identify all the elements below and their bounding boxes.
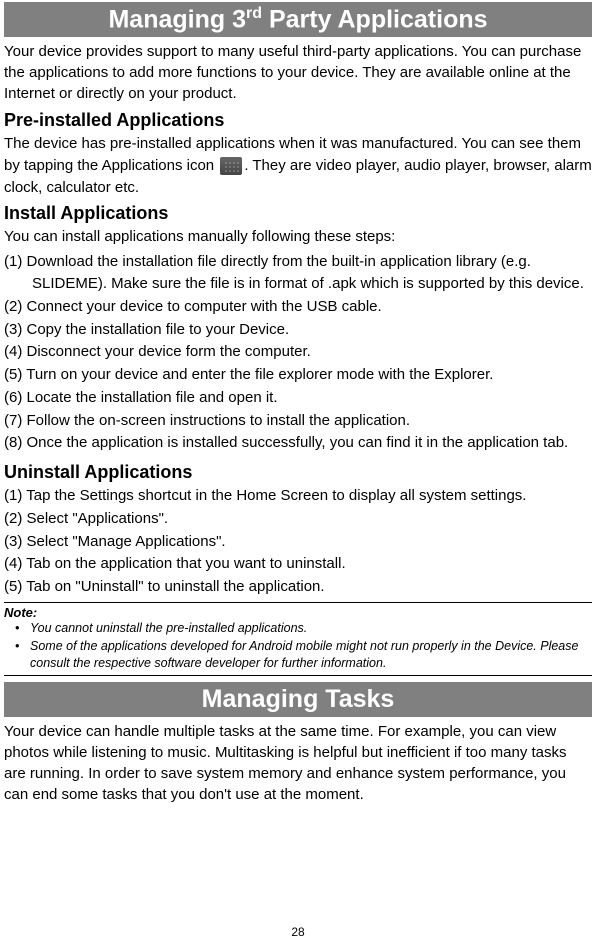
uninstall-step-4: (4) Tab on the application that you want…	[4, 553, 592, 575]
note-block: Note: You cannot uninstall the pre-insta…	[4, 605, 592, 672]
banner1-sup: rd	[246, 5, 262, 22]
banner1-prefix: Managing 3	[108, 5, 246, 33]
divider-after-note	[4, 675, 592, 676]
install-step-1: (1) Download the installation file direc…	[4, 251, 592, 295]
install-step-3: (3) Copy the installation file to your D…	[4, 319, 592, 341]
install-steps: (1) Download the installation file direc…	[4, 251, 592, 454]
install-step-7: (7) Follow the on-screen instructions to…	[4, 410, 592, 432]
section1-intro: Your device provides support to many use…	[4, 41, 592, 104]
install-intro: You can install applications manually fo…	[4, 226, 592, 248]
subheading-preinstalled: Pre-installed Applications	[4, 110, 592, 131]
note-item-2: Some of the applications developed for A…	[4, 638, 592, 672]
uninstall-step-3: (3) Select "Manage Applications".	[4, 531, 592, 553]
section-banner-2: Managing Tasks	[4, 682, 592, 717]
divider-before-note	[4, 602, 592, 603]
note-heading: Note:	[4, 605, 592, 620]
install-step-6: (6) Locate the installation file and ope…	[4, 387, 592, 409]
section2-intro: Your device can handle multiple tasks at…	[4, 721, 592, 805]
section-banner-1: Managing 3rd Party Applications	[4, 2, 592, 37]
uninstall-step-1: (1) Tap the Settings shortcut in the Hom…	[4, 485, 592, 507]
subheading-install: Install Applications	[4, 203, 592, 224]
page-number: 28	[4, 925, 592, 939]
install-step-8: (8) Once the application is installed su…	[4, 432, 592, 454]
uninstall-steps: (1) Tap the Settings shortcut in the Hom…	[4, 485, 592, 598]
install-step-2: (2) Connect your device to computer with…	[4, 296, 592, 318]
install-step-4: (4) Disconnect your device form the comp…	[4, 341, 592, 363]
install-step-5: (5) Turn on your device and enter the fi…	[4, 364, 592, 386]
preinstalled-text: The device has pre-installed application…	[4, 133, 592, 198]
uninstall-step-2: (2) Select "Applications".	[4, 508, 592, 530]
banner1-suffix: Party Applications	[262, 5, 488, 33]
uninstall-step-5: (5) Tab on "Uninstall" to uninstall the …	[4, 576, 592, 598]
applications-grid-icon	[220, 157, 242, 175]
subheading-uninstall: Uninstall Applications	[4, 462, 592, 483]
note-item-1: You cannot uninstall the pre-installed a…	[4, 620, 592, 637]
note-list: You cannot uninstall the pre-installed a…	[4, 620, 592, 672]
